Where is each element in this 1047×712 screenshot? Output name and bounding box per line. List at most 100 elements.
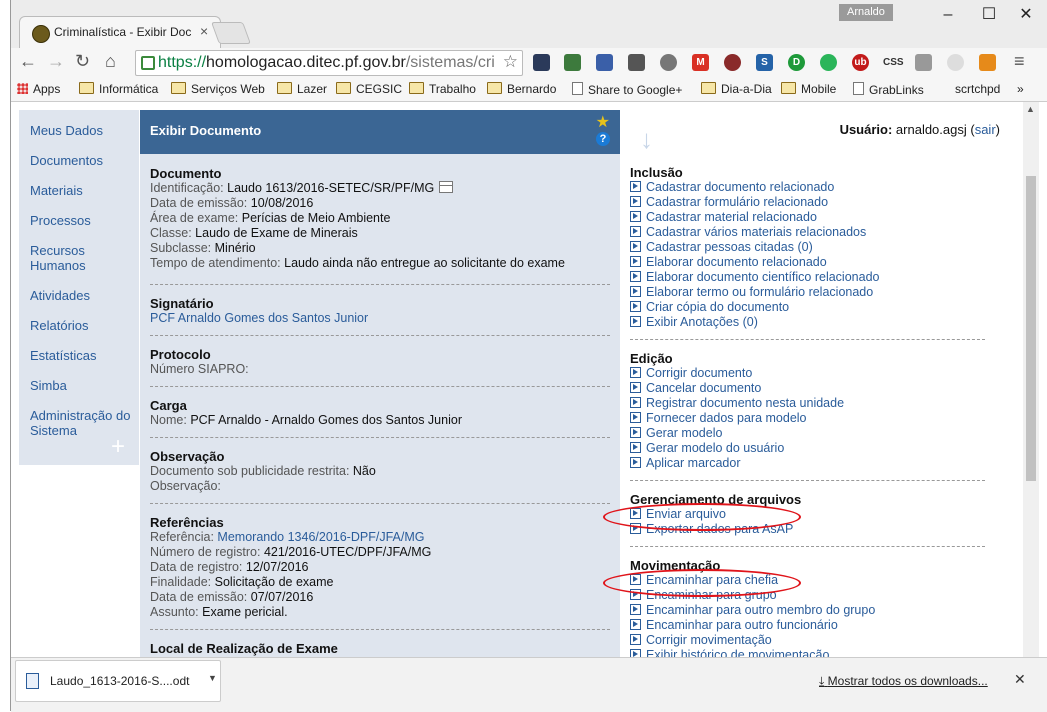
extension-hand-icon[interactable] [628, 54, 645, 71]
action-link[interactable]: Elaborar termo ou formulário relacionado [630, 285, 1010, 300]
sidebar-item-documentos[interactable]: Documentos [30, 153, 135, 168]
action-link[interactable]: Cancelar documento [630, 381, 1010, 396]
extension-translate-icon[interactable] [596, 54, 613, 71]
action-link[interactable]: Fornecer dados para modelo [630, 411, 1010, 426]
new-tab-button[interactable] [210, 22, 252, 44]
group-heading: Edição [630, 351, 673, 366]
divider [630, 546, 985, 547]
section-signatario: Signatário PCF Arnaldo Gomes dos Santos … [150, 296, 610, 326]
action-link[interactable]: Gerar modelo do usuário [630, 441, 1010, 456]
sidebar-menu: Meus Dados Documentos Materiais Processo… [19, 110, 139, 465]
bookmark-link[interactable]: GrabLinks [853, 82, 924, 97]
action-link[interactable]: Encaminhar para outro membro do grupo [630, 603, 1010, 618]
close-downloads-icon[interactable]: ✕ [1014, 671, 1026, 688]
action-link[interactable]: Cadastrar material relacionado [630, 210, 1010, 225]
bookmark-link[interactable]: Share to Google+ [572, 82, 682, 97]
bookmark-folder[interactable]: Trabalho [409, 82, 476, 96]
browser-tab[interactable]: Criminalística - Exibir Doc × [19, 16, 221, 49]
signatario-link[interactable]: PCF Arnaldo Gomes dos Santos Junior [150, 311, 368, 325]
expand-plus-icon[interactable]: + [111, 433, 125, 461]
action-link[interactable]: Cadastrar vários materiais relacionados [630, 225, 1010, 240]
sidebar-item-relatorios[interactable]: Relatórios [30, 318, 135, 333]
action-link[interactable]: Cadastrar formulário relacionado [630, 195, 1010, 210]
back-arrow-icon[interactable]: ← [19, 51, 37, 72]
bookmark-folder[interactable]: CEGSIC [336, 82, 402, 96]
profile-badge[interactable]: Arnaldo [839, 4, 893, 21]
chevron-down-icon[interactable]: ▼ [208, 673, 217, 683]
logout-link[interactable]: sair [975, 122, 996, 137]
actions-panel: ↓ Usuário: arnaldo.agsj (sair) Inclusão … [603, 102, 1020, 657]
group-heading: Inclusão [630, 165, 683, 180]
bookmark-star-icon[interactable]: ☆ [503, 52, 518, 72]
action-link[interactable]: Corrigir movimentação [630, 633, 1010, 648]
sidebar-item-recursos-humanos[interactable]: Recursos Humanos [30, 243, 135, 273]
table-view-icon[interactable] [439, 181, 454, 193]
action-arrow-icon [630, 604, 641, 615]
action-link[interactable]: Encaminhar para outro funcionário [630, 618, 1010, 633]
action-link[interactable]: Cadastrar pessoas citadas (0) [630, 240, 1010, 255]
referencia-link[interactable]: Memorando 1346/2016-DPF/JFA/MG [217, 530, 424, 544]
help-icon[interactable]: ? [596, 132, 610, 146]
minimize-button[interactable]: – [928, 2, 968, 28]
action-link[interactable]: Aplicar marcador [630, 456, 1010, 471]
scroll-up-icon[interactable]: ▲ [1026, 104, 1035, 114]
bookmark-folder[interactable]: Lazer [277, 82, 327, 96]
finalidade-value: Solicitação de exame [214, 575, 334, 589]
sidebar-item-processos[interactable]: Processos [30, 213, 135, 228]
extension-rainbow-icon[interactable] [979, 54, 996, 71]
css-icon[interactable]: CSS [883, 54, 904, 71]
download-item[interactable]: Laudo_1613-2016-S....odt ▼ [15, 660, 221, 702]
extension-tomato-icon[interactable] [724, 54, 741, 71]
field-label: Número SIAPRO: [150, 362, 249, 376]
action-link[interactable]: Registrar documento nesta unidade [630, 396, 1010, 411]
section-heading: Local de Realização de Exame [150, 641, 338, 656]
more-bookmarks-chevron-icon[interactable]: » [1017, 82, 1024, 96]
reload-icon[interactable]: ↻ [75, 51, 90, 72]
bookmark-folder[interactable]: Serviços Web [171, 82, 265, 96]
home-icon[interactable]: ⌂ [105, 51, 116, 72]
sidebar-item-meus-dados[interactable]: Meus Dados [30, 123, 135, 138]
extension-glasses-icon[interactable] [915, 54, 932, 71]
extension-chat-icon[interactable] [820, 54, 837, 71]
vertical-scrollbar[interactable]: ▲ [1023, 102, 1039, 657]
sidebar-item-simba[interactable]: Simba [30, 378, 135, 393]
show-all-downloads-link[interactable]: ⤓ Mostrar todos os downloads... [819, 674, 988, 689]
action-link[interactable]: Exibir histórico de movimentação [630, 648, 1010, 657]
extension-evernote-icon[interactable] [564, 54, 581, 71]
extension-search-icon[interactable] [947, 54, 964, 71]
close-tab-icon[interactable]: × [200, 23, 208, 39]
maximize-button[interactable]: ☐ [969, 2, 1009, 28]
action-link[interactable]: Exibir Anotações (0) [630, 315, 1010, 330]
favorite-star-icon[interactable]: ★ [596, 112, 610, 132]
action-link[interactable]: Elaborar documento científico relacionad… [630, 270, 1010, 285]
section-heading: Signatário [150, 296, 214, 311]
bookmark-folder[interactable]: Mobile [781, 82, 836, 96]
scrollbar-thumb[interactable] [1026, 176, 1036, 481]
field-label: Nome: [150, 413, 187, 427]
sidebar-item-atividades[interactable]: Atividades [30, 288, 135, 303]
bookmark-folder[interactable]: Dia-a-Dia [701, 82, 772, 96]
ublock-icon[interactable]: ub [852, 54, 869, 71]
action-link[interactable]: Elaborar documento relacionado [630, 255, 1010, 270]
extension-d-icon[interactable]: D [788, 54, 805, 71]
menu-icon[interactable]: ≡ [1014, 51, 1025, 72]
address-bar[interactable]: https://homologacao.ditec.pf.gov.br/sist… [135, 50, 523, 76]
action-link[interactable]: Cadastrar documento relacionado [630, 180, 1010, 195]
extension-book-icon[interactable] [533, 54, 550, 71]
sidebar-item-estatisticas[interactable]: Estatísticas [30, 348, 135, 363]
extension-s-icon[interactable]: S [756, 54, 773, 71]
page-title: Exibir Documento [150, 123, 262, 138]
bookmark-folder[interactable]: Bernardo [487, 82, 556, 96]
close-window-button[interactable]: ✕ [1006, 2, 1046, 28]
bookmark-folder[interactable]: Informática [79, 82, 158, 96]
bookmark-apps[interactable]: Apps [17, 82, 60, 96]
extension-refresh-icon[interactable] [660, 54, 677, 71]
action-link[interactable]: Gerar modelo [630, 426, 1010, 441]
forward-arrow-icon[interactable]: → [47, 51, 65, 72]
gmail-icon[interactable]: M [692, 54, 709, 71]
action-link[interactable]: Criar cópia do documento [630, 300, 1010, 315]
sidebar-item-materiais[interactable]: Materiais [30, 183, 135, 198]
section-carga: Carga Nome: PCF Arnaldo - Arnaldo Gomes … [150, 398, 610, 428]
bookmark-link[interactable]: scrtchpd [955, 82, 1000, 96]
action-link[interactable]: Corrigir documento [630, 366, 1010, 381]
